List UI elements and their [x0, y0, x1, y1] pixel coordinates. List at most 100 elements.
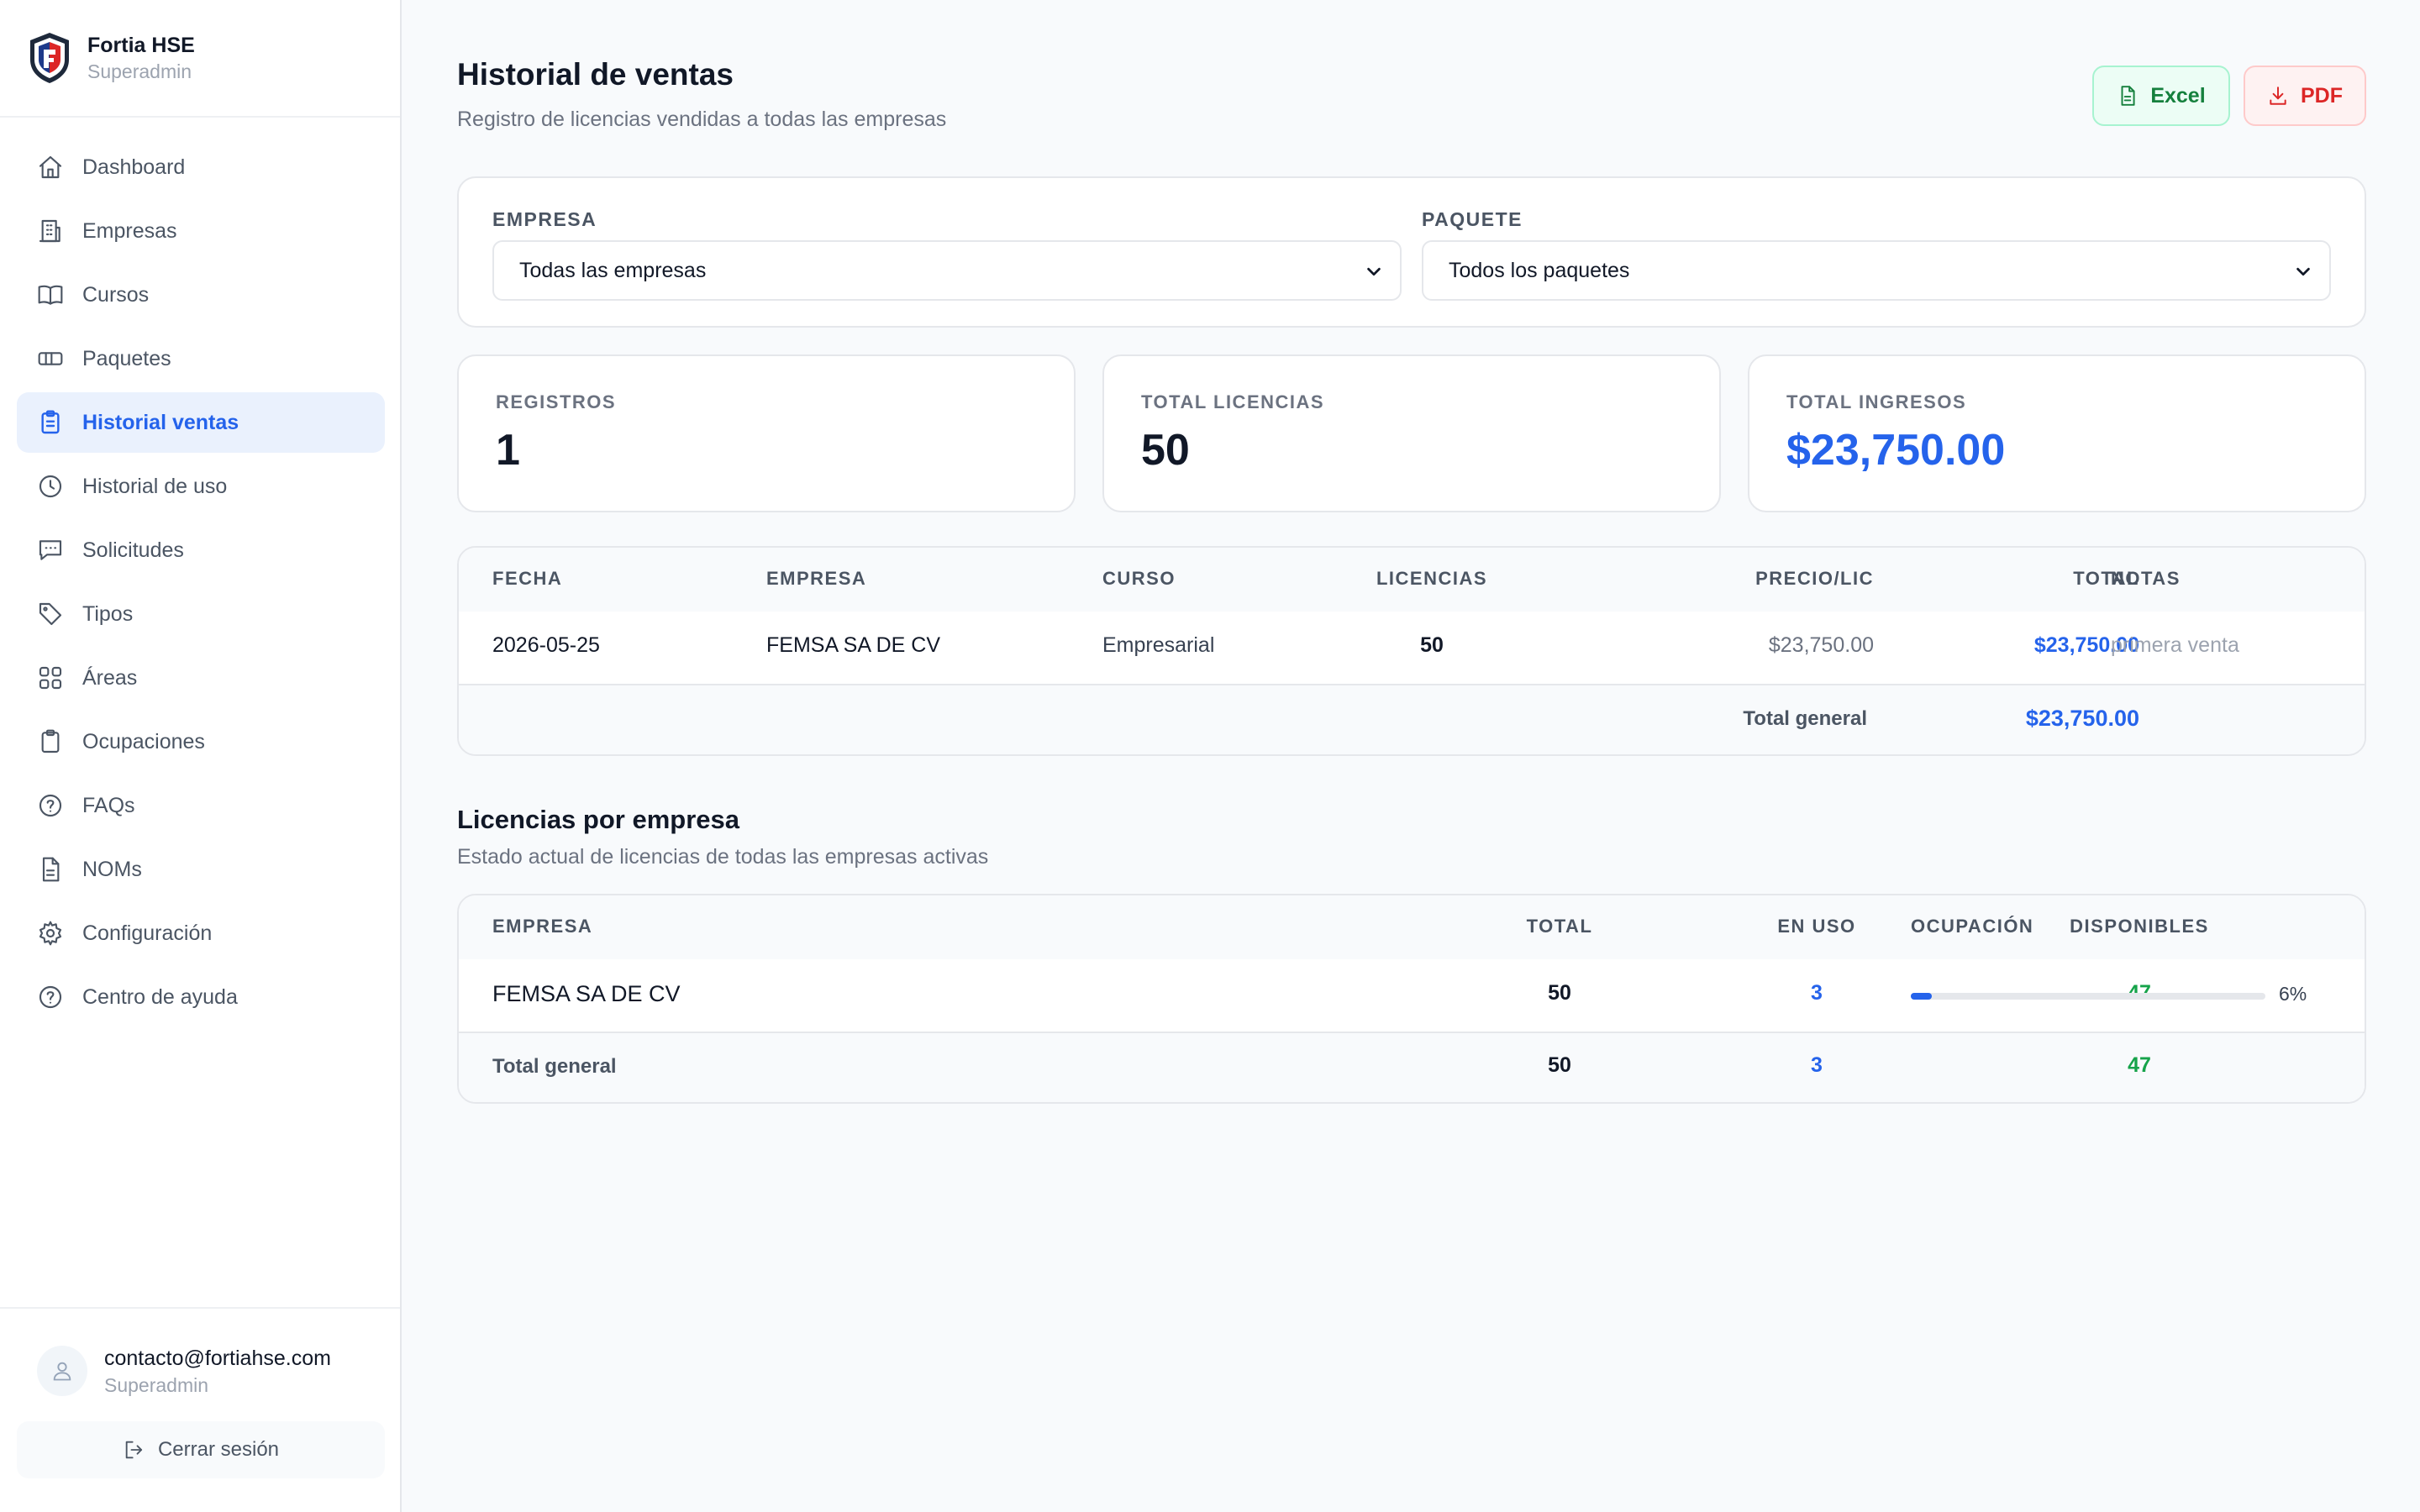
sidebar-item-label: Paquetes [82, 346, 171, 370]
col-header-course: CURSO [1102, 568, 1176, 589]
sidebar-item-label: NOMs [82, 857, 142, 881]
sidebar-item-cursos[interactable]: Cursos [17, 265, 385, 325]
shield-logo-icon [30, 33, 69, 83]
section-subtitle: Estado actual de licencias de todas las … [457, 845, 989, 869]
cell-licenses: 50 [1420, 633, 1444, 657]
home-icon [39, 155, 62, 179]
sales-table: FECHA EMPRESA CURSO LICENCIAS PRECIO/LIC… [457, 546, 2366, 756]
col-header-company: EMPRESA [766, 568, 867, 589]
col-header-licenses: LICENCIAS [1376, 568, 1488, 589]
stat-value: $23,750.00 [1786, 426, 2006, 475]
page-title: Historial de ventas [457, 57, 734, 92]
stat-card-registros: REGISTROS 1 [457, 354, 1076, 512]
sidebar-item-label: Tipos [82, 601, 134, 626]
company-select-value: Todas las empresas [519, 258, 707, 282]
cell-occupancy: 6% [2279, 983, 2307, 1005]
sidebar-item-configuracion[interactable]: Configuración [17, 903, 385, 963]
logout-label: Cerrar sesión [157, 1438, 280, 1461]
brand-role: Superadmin [87, 60, 192, 82]
page-subtitle: Registro de licencias vendidas a todas l… [457, 108, 947, 131]
sidebar-item-ocupaciones[interactable]: Ocupaciones [17, 711, 385, 772]
col-header-price: PRECIO/LIC [1755, 568, 1874, 589]
chevron-down-icon [2296, 267, 2310, 276]
help-circle-icon [39, 985, 62, 1009]
file-sheet-icon [2121, 86, 2135, 106]
licenses-table: EMPRESA TOTAL EN USO DISPONIBLES OCUPACI… [457, 894, 2366, 1104]
sidebar-item-areas[interactable]: Áreas [17, 648, 385, 708]
logout-button[interactable]: Cerrar sesión [17, 1421, 385, 1478]
col-header-in-use: EN USO [1777, 916, 1856, 937]
cell-price: $23,750.00 [1768, 633, 1874, 657]
building-icon [39, 219, 60, 243]
col-header-date: FECHA [492, 568, 563, 589]
company-select[interactable]: Todas las empresas [492, 240, 1402, 301]
footer-in-use: 3 [1811, 1053, 1823, 1077]
download-icon [2270, 87, 2286, 105]
col-header-occupancy: OCUPACIÓN [1911, 916, 2034, 937]
brand-name: Fortia HSE [87, 34, 195, 57]
sidebar-item-label: FAQs [82, 793, 135, 817]
cell-notes: primera venta [2111, 633, 2239, 657]
col-header-notes: NOTAS [2111, 568, 2181, 589]
col-header-available: DISPONIBLES [2070, 916, 2209, 937]
stat-value: 1 [496, 426, 520, 475]
footer-label: Total general [1743, 707, 1867, 730]
clipboard-list-icon [41, 410, 60, 434]
sidebar-item-historial-ventas[interactable]: Historial ventas [17, 392, 385, 453]
export-pdf-label: PDF [2301, 83, 2343, 108]
sidebar-item-label: Solicitudes [82, 538, 184, 562]
package-select-value: Todos los paquetes [1449, 258, 1630, 282]
stat-value: 50 [1141, 426, 1190, 475]
brand: Fortia HSE Superadmin [0, 0, 400, 118]
sidebar-item-label: Ocupaciones [82, 729, 205, 753]
sidebar-item-label: Centro de ayuda [82, 984, 238, 1009]
sidebar-nav: Dashboard Empresas Cursos Paquetes Histo… [17, 137, 385, 1031]
sidebar: Fortia HSE Superadmin Dashboard Empresas… [0, 0, 402, 1512]
clipboard-icon [41, 729, 60, 753]
occupancy-bar [1911, 993, 2265, 1000]
logout-icon [125, 1441, 143, 1459]
user-role: Superadmin [104, 1374, 209, 1396]
stat-label: TOTAL INGRESOS [1786, 391, 1967, 412]
stat-card-total-licencias: TOTAL LICENCIAS 50 [1102, 354, 1721, 512]
chevron-down-icon [1367, 267, 1381, 276]
sidebar-item-centro-ayuda[interactable]: Centro de ayuda [17, 967, 385, 1027]
sidebar-item-dashboard[interactable]: Dashboard [17, 137, 385, 197]
sidebar-item-faqs[interactable]: FAQs [17, 775, 385, 836]
help-circle-icon [39, 794, 62, 817]
export-excel-button[interactable]: Excel [2092, 66, 2230, 126]
cell-company: FEMSA SA DE CV [766, 633, 941, 657]
stat-card-total-ingresos: TOTAL INGRESOS $23,750.00 [1748, 354, 2366, 512]
file-text-icon [42, 857, 60, 882]
sidebar-item-label: Empresas [82, 218, 177, 243]
cell-in-use: 3 [1811, 981, 1823, 1005]
sidebar-item-tipos[interactable]: Tipos [17, 584, 385, 644]
user-profile[interactable]: contacto@fortiahse.com Superadmin [37, 1344, 331, 1398]
sidebar-item-empresas[interactable]: Empresas [17, 201, 385, 261]
sidebar-footer: contacto@fortiahse.com Superadmin Cerrar… [0, 1307, 400, 1512]
cell-course: Empresarial [1102, 633, 1215, 657]
message-icon [39, 540, 62, 560]
sidebar-item-solicitudes[interactable]: Solicitudes [17, 520, 385, 580]
sidebar-item-historial-uso[interactable]: Historial de uso [17, 456, 385, 517]
grid-icon [39, 666, 62, 690]
export-pdf-button[interactable]: PDF [2244, 66, 2366, 126]
package-select[interactable]: Todos los paquetes [1422, 240, 2331, 301]
stat-label: REGISTROS [496, 391, 617, 412]
cell-company: FEMSA SA DE CV [492, 981, 681, 1006]
sidebar-item-label: Historial de uso [82, 474, 228, 498]
sidebar-item-noms[interactable]: NOMs [17, 839, 385, 900]
sidebar-item-label: Cursos [82, 282, 150, 307]
user-icon [53, 1362, 71, 1381]
tag-icon [39, 602, 62, 626]
ticket-icon [38, 352, 63, 365]
section-title: Licencias por empresa [457, 805, 739, 834]
book-icon [38, 285, 63, 305]
stat-label: TOTAL LICENCIAS [1141, 391, 1325, 412]
col-header-company: EMPRESA [492, 916, 593, 937]
package-filter-label: PAQUETE [1422, 208, 1523, 230]
export-excel-label: Excel [2150, 83, 2206, 108]
sidebar-item-paquetes[interactable]: Paquetes [17, 328, 385, 389]
sidebar-item-label: Dashboard [82, 155, 186, 179]
sidebar-item-label: Configuración [82, 921, 213, 945]
